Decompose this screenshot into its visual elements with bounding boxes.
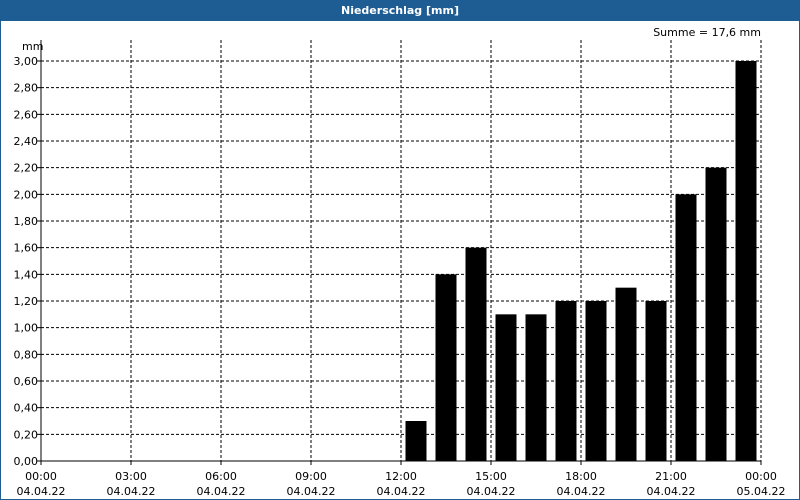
y-tick-label: 1,20 bbox=[14, 295, 39, 308]
x-tick-date: 04.04.22 bbox=[17, 485, 66, 498]
x-tick-date: 04.04.22 bbox=[647, 485, 696, 498]
y-tick-label: 1,40 bbox=[14, 268, 39, 281]
bar bbox=[555, 301, 577, 461]
y-tick-label: 2,00 bbox=[14, 188, 39, 201]
bar bbox=[615, 287, 637, 461]
bar bbox=[405, 421, 427, 461]
y-tick-label: 2,80 bbox=[14, 82, 39, 95]
y-tick-label: 2,60 bbox=[14, 108, 39, 121]
bar bbox=[465, 247, 487, 461]
y-axis-label: mm bbox=[22, 40, 43, 53]
x-tick-labels: 00:00 04.04.22 03:00 04.04.22 06:00 04.04.22 0… bbox=[17, 470, 786, 498]
y-tick-label: 2,40 bbox=[14, 135, 39, 148]
y-tick-labels: 0,00 0,20 0,40 0,60 0,80 1,00 1,20 1,40 1,60 1,80… bbox=[14, 55, 39, 468]
x-tick-date: 04.04.22 bbox=[107, 485, 156, 498]
bar bbox=[525, 314, 547, 461]
x-tick-time: 06:00 bbox=[205, 470, 237, 483]
y-tick-label: 1,00 bbox=[14, 322, 39, 335]
x-tick-date: 04.04.22 bbox=[557, 485, 606, 498]
x-tick-time: 18:00 bbox=[565, 470, 597, 483]
x-tick-time: 21:00 bbox=[655, 470, 687, 483]
bar bbox=[735, 61, 757, 461]
bar bbox=[645, 301, 667, 461]
x-tick-date: 05.04.22 bbox=[737, 485, 786, 498]
y-tick-label: 0,60 bbox=[14, 375, 39, 388]
y-tick-label: 1,80 bbox=[14, 215, 39, 228]
chart-svg: mm Summe = 17,6 mm 0,00 0,20 0,40 0,60 0,80 1… bbox=[14, 26, 786, 498]
bar bbox=[585, 301, 607, 461]
bar bbox=[495, 314, 517, 461]
x-tick-date: 04.04.22 bbox=[287, 485, 336, 498]
bar bbox=[705, 167, 727, 461]
x-tick-time: 03:00 bbox=[115, 470, 147, 483]
y-tick-label: 0,20 bbox=[14, 428, 39, 441]
y-tick-label: 0,40 bbox=[14, 402, 39, 415]
x-tick-time: 00:00 bbox=[25, 470, 57, 483]
bar bbox=[435, 274, 457, 461]
x-tick-date: 04.04.22 bbox=[197, 485, 246, 498]
y-tick-label: 2,20 bbox=[14, 162, 39, 175]
x-tick-date: 04.04.22 bbox=[467, 485, 516, 498]
y-tick-label: 3,00 bbox=[14, 55, 39, 68]
x-tick-date: 04.04.22 bbox=[377, 485, 426, 498]
x-tick-time: 00:00 bbox=[745, 470, 777, 483]
x-tick-time: 15:00 bbox=[475, 470, 507, 483]
x-tick-time: 09:00 bbox=[295, 470, 327, 483]
y-tick-label: 1,60 bbox=[14, 242, 39, 255]
x-tick-time: 12:00 bbox=[385, 470, 417, 483]
bar bbox=[675, 194, 697, 462]
sum-label: Summe = 17,6 mm bbox=[653, 26, 761, 39]
y-tick-label: 0,80 bbox=[14, 348, 39, 361]
y-tick-label: 0,00 bbox=[14, 455, 39, 468]
